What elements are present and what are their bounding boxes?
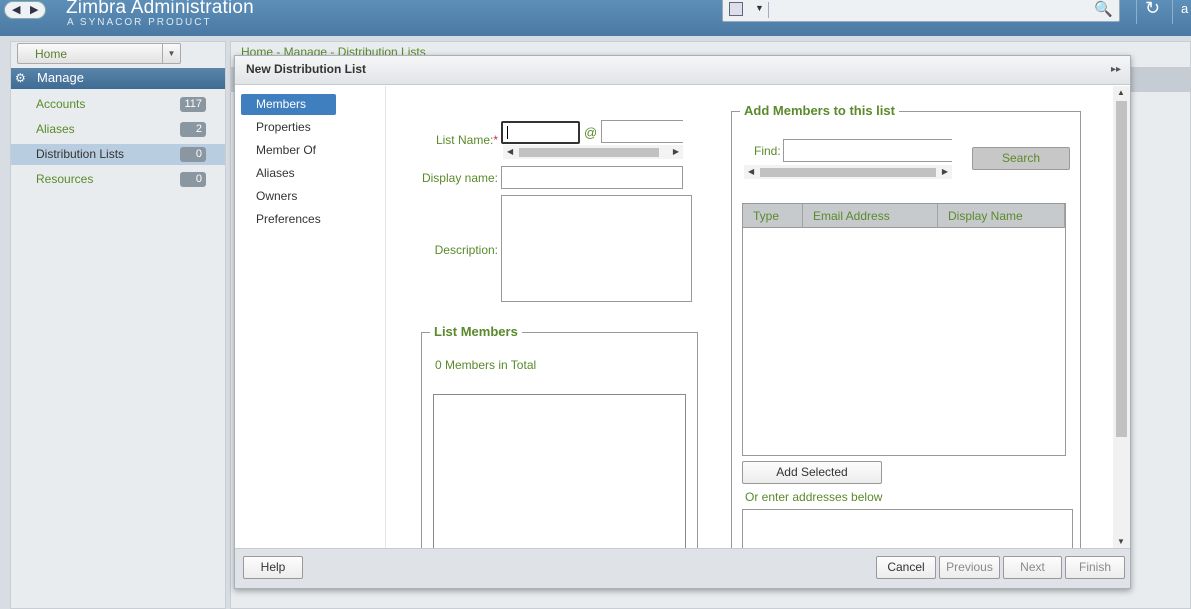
list-members-legend: List Members <box>430 324 522 339</box>
count-badge: 0 <box>180 147 206 162</box>
sidebar-item-label: Accounts <box>36 97 86 111</box>
members-total: 0 Members in Total <box>435 358 537 372</box>
scroll-up-icon[interactable]: ▲ <box>1117 88 1125 97</box>
column-email-address[interactable]: Email Address <box>803 204 938 228</box>
domain-input[interactable] <box>601 120 683 143</box>
list-name-label-text: List Name: <box>435 133 494 147</box>
header-divider <box>1136 0 1137 24</box>
list-members-group: List Members 0 Members in Total <box>421 324 698 548</box>
new-distribution-list-dialog: New Distribution List ▸▸ Members Propert… <box>234 55 1131 589</box>
header-divider <box>1172 0 1173 24</box>
addresses-textarea[interactable] <box>742 509 1073 548</box>
dialog-nav: Members Properties Member Of Aliases Own… <box>235 86 385 548</box>
dialog-titlebar: New Distribution List ▸▸ <box>235 56 1130 85</box>
sidebar-item-aliases[interactable]: Aliases 2 <box>11 119 225 140</box>
count-badge: 2 <box>180 122 206 137</box>
manage-label: Manage <box>37 70 84 85</box>
or-enter-addresses-text: Or enter addresses below <box>745 490 883 504</box>
search-divider <box>768 2 769 18</box>
forward-arrow-icon[interactable]: ▶ <box>30 3 38 16</box>
home-label: Home <box>35 47 68 61</box>
scroll-left-icon[interactable]: ◀ <box>748 165 754 179</box>
at-sign: @ <box>584 125 598 140</box>
list-name-label: List Name:* <box>406 133 498 147</box>
manage-icon: ⚙ <box>15 71 26 85</box>
scroll-left-icon[interactable]: ◀ <box>507 145 513 159</box>
search-button[interactable]: Search <box>972 147 1070 170</box>
back-arrow-icon[interactable]: ◀ <box>12 3 20 16</box>
previous-button[interactable]: Previous <box>939 556 1000 579</box>
finish-button[interactable]: Finish <box>1065 556 1125 579</box>
sidebar-item-distribution-lists[interactable]: Distribution Lists 0 <box>11 144 225 165</box>
history-nav: ◀ ▶ <box>4 1 46 19</box>
display-name-label: Display name: <box>421 171 498 185</box>
scroll-right-icon[interactable]: ▶ <box>673 145 679 159</box>
description-textarea[interactable] <box>501 195 692 302</box>
scroll-thumb[interactable] <box>519 148 659 157</box>
find-label: Find: <box>754 144 781 158</box>
sidebar-item-label: Resources <box>36 172 94 186</box>
refresh-icon[interactable]: ↻ <box>1145 0 1160 19</box>
add-members-legend: Add Members to this list <box>740 103 899 118</box>
home-breadcrumb-button[interactable]: Home ▼ <box>17 43 181 64</box>
description-label: Description: <box>434 243 498 257</box>
chevron-down-icon[interactable]: ▼ <box>162 44 180 63</box>
chevron-down-icon[interactable]: ▼ <box>755 3 764 13</box>
dialog-title: New Distribution List <box>246 62 366 76</box>
tab-label: Members <box>256 97 307 111</box>
top-header: ◀ ▶ Zimbra Administration A SYNACOR PROD… <box>0 0 1191 36</box>
manage-header[interactable]: ⚙ Manage <box>11 68 225 89</box>
scroll-down-icon[interactable]: ▼ <box>1117 537 1125 546</box>
find-scrollbar[interactable]: ◀ ▶ <box>744 165 952 179</box>
magnifier-icon[interactable]: 🔍 <box>1094 0 1113 18</box>
column-type[interactable]: Type <box>743 204 803 228</box>
sidebar-item-resources[interactable]: Resources 0 <box>11 169 225 190</box>
add-members-group: Add Members to this list Find: ◀ ▶ Searc… <box>731 103 1081 548</box>
tab-label: Member Of <box>256 143 317 157</box>
cancel-button[interactable]: Cancel <box>876 556 936 579</box>
text-caret <box>507 126 508 139</box>
list-name-input[interactable] <box>501 121 580 144</box>
dialog-content: List Name:* @ ◀ ▶ Display name: Descript… <box>385 86 1113 548</box>
column-display-name[interactable]: Display Name <box>938 204 1065 228</box>
members-list[interactable] <box>433 394 686 548</box>
count-badge: 0 <box>180 172 206 187</box>
tab-aliases[interactable]: Aliases <box>241 163 336 184</box>
count-badge: 117 <box>180 97 206 112</box>
global-search[interactable]: ▼ 🔍 <box>722 0 1120 22</box>
next-button[interactable]: Next <box>1003 556 1062 579</box>
add-selected-button[interactable]: Add Selected <box>742 461 882 484</box>
app-subtitle: A SYNACOR PRODUCT <box>67 17 212 28</box>
search-type-icon[interactable] <box>729 2 743 16</box>
sidebar-item-label: Aliases <box>36 122 75 136</box>
left-navigation: Home ▼ ⚙ Manage Accounts 117 Aliases 2 D… <box>10 41 226 609</box>
scroll-thumb[interactable] <box>1116 101 1127 437</box>
scroll-thumb[interactable] <box>760 168 936 177</box>
sidebar-item-accounts[interactable]: Accounts 117 <box>11 94 225 115</box>
domain-scrollbar[interactable]: ◀ ▶ <box>503 145 683 159</box>
sidebar-item-label: Distribution Lists <box>36 147 125 161</box>
tab-members[interactable]: Members <box>241 94 336 115</box>
tab-label: Aliases <box>256 166 295 180</box>
dialog-footer: Help Cancel Previous Next Finish <box>235 548 1130 588</box>
tab-member-of[interactable]: Member Of <box>241 140 336 161</box>
tab-label: Properties <box>256 120 311 134</box>
user-menu[interactable]: a <box>1181 1 1188 16</box>
tab-label: Owners <box>256 189 298 203</box>
tab-properties[interactable]: Properties <box>241 117 336 138</box>
tab-owners[interactable]: Owners <box>241 186 336 207</box>
required-mark: * <box>493 133 498 147</box>
tab-preferences[interactable]: Preferences <box>241 209 336 230</box>
tab-label: Preferences <box>256 212 321 226</box>
scroll-right-icon[interactable]: ▶ <box>942 165 948 179</box>
dialog-scrollbar[interactable]: ▲ ▼ <box>1113 86 1130 548</box>
display-name-input[interactable] <box>501 166 683 189</box>
help-button[interactable]: Help <box>243 556 303 579</box>
search-results-table: Type Email Address Display Name <box>742 203 1066 456</box>
table-header: Type Email Address Display Name <box>743 204 1065 228</box>
find-input[interactable] <box>783 139 952 162</box>
expand-icon[interactable]: ▸▸ <box>1111 64 1121 75</box>
